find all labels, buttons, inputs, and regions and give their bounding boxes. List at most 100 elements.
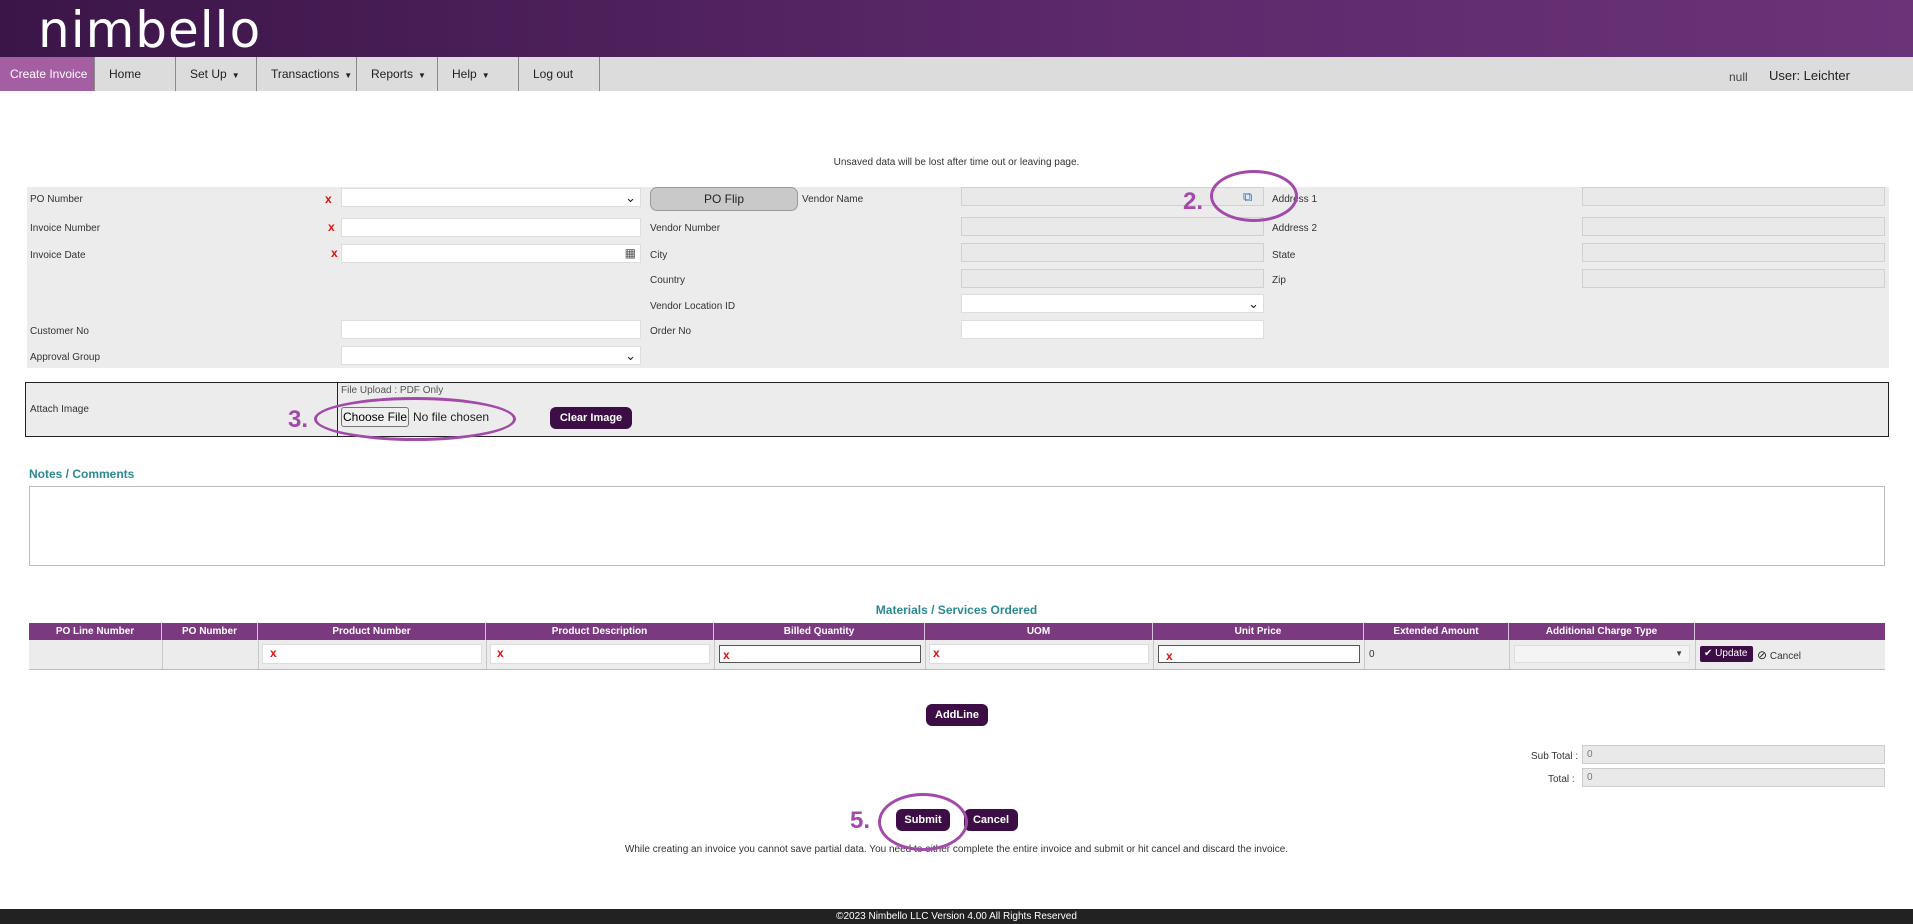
add-line-button[interactable]: AddLine [926,704,988,726]
approval-group-label: Approval Group [30,352,101,363]
row-divider [1509,640,1510,669]
extended-amount-value: 0 [1369,649,1375,660]
notes-textarea[interactable] [29,486,1885,566]
required-mark: x [328,220,335,234]
status-null: null [1729,70,1748,84]
attach-image-label: Attach Image [30,404,89,415]
uom-input[interactable] [929,644,1149,664]
col-header: Product Description [486,623,714,640]
subtotal-label: Sub Total : [1531,751,1579,762]
vendor-location-select[interactable]: ⌄ [961,294,1264,313]
required-mark: x [325,192,332,206]
country-label: Country [650,275,686,286]
caret-down-icon: ▼ [231,71,240,80]
state-input[interactable] [1582,243,1885,262]
row-divider [1364,640,1365,669]
col-header [1695,623,1885,640]
row-cancel-label: Cancel [1769,651,1801,662]
nav-transactions[interactable]: Transactions ▼ [257,57,357,91]
invoice-date-input[interactable]: ▦ [341,244,641,263]
callout-circle-3 [314,397,516,441]
invoice-number-input[interactable] [341,218,641,237]
customer-no-label: Customer No [30,326,89,337]
unsaved-notice: Unsaved data will be lost after time out… [833,157,1080,168]
po-number-select[interactable]: ⌄ [341,188,641,207]
nav-create-invoice[interactable]: Create Invoice [0,57,95,91]
caret-down-icon: ▼ [481,71,490,80]
upload-hint: File Upload : PDF Only [341,385,444,396]
vendor-number-input[interactable] [961,217,1264,236]
nav-logout[interactable]: Log out [519,57,600,91]
order-no-input[interactable] [961,320,1264,339]
caret-down-icon: ▼ [418,71,426,80]
vendor-name-label: Vendor Name [802,194,864,205]
total-label: Total : [1548,774,1575,785]
required-mark: x [1166,649,1173,663]
row-divider [925,640,926,669]
nav-label: Create Invoice [10,67,88,81]
clear-image-button[interactable]: Clear Image [550,407,632,429]
col-header: Extended Amount [1364,623,1509,640]
chevron-down-icon: ▼ [1675,649,1683,658]
country-input[interactable] [961,269,1264,288]
footer: ©2023 Nimbello LLC Version 4.00 All Righ… [0,909,1913,924]
unit-price-input[interactable] [1158,645,1360,663]
main-navbar: Create Invoice Home Set Up ▼ Transactions… [0,57,1913,91]
nav-reports[interactable]: Reports ▼ [357,57,438,91]
chevron-down-icon: ⌄ [625,190,636,205]
customer-no-input[interactable] [341,320,641,339]
address1-input[interactable] [1582,187,1885,206]
col-header: Billed Quantity [714,623,925,640]
calendar-icon[interactable]: ▦ [625,246,636,260]
po-flip-button[interactable]: PO Flip [650,187,798,211]
row-divider [714,640,715,669]
billed-quantity-input[interactable] [719,645,921,663]
vendor-number-label: Vendor Number [650,223,721,234]
product-number-input[interactable] [262,644,482,664]
address2-input[interactable] [1582,217,1885,236]
app-header: nimbello [0,0,1913,58]
update-label: Update [1715,648,1748,659]
required-mark: x [331,246,338,260]
invoice-date-label: Invoice Date [30,250,86,261]
notes-title: Notes / Comments [29,467,135,481]
nav-label: Set Up [190,67,227,81]
col-header: UOM [925,623,1153,640]
city-input[interactable] [961,243,1264,262]
additional-charge-select[interactable]: ▼ [1514,645,1690,663]
cancel-button[interactable]: Cancel [964,809,1018,831]
city-label: City [650,250,668,261]
col-header: Additional Charge Type [1509,623,1695,640]
required-mark: x [723,648,730,662]
callout-number-3: 3. [288,406,309,433]
nav-label: Reports [371,67,414,81]
required-mark: x [497,646,504,660]
nav-label: Log out [533,67,574,81]
nav-home[interactable]: Home [95,57,176,91]
col-header: Product Number [258,623,486,640]
subtotal-input[interactable]: 0 [1582,745,1885,764]
check-icon: ✔ [1704,648,1713,659]
caret-down-icon: ▼ [344,71,353,80]
chevron-down-icon: ⌄ [1248,296,1259,311]
col-header: Unit Price [1153,623,1364,640]
nav-label: Transactions [271,67,340,81]
update-button[interactable]: ✔ Update [1700,646,1753,662]
col-header: PO Line Number [29,623,162,640]
product-description-input[interactable] [490,644,710,664]
approval-group-select[interactable]: ⌄ [341,346,641,365]
total-input[interactable]: 0 [1582,768,1885,787]
required-mark: x [933,646,940,660]
row-cancel-link[interactable]: ⊘ Cancel [1757,648,1801,662]
nav-help[interactable]: Help ▼ [438,57,519,91]
nav-setup[interactable]: Set Up ▼ [176,57,257,91]
user-label: User: Leichter [1769,68,1850,83]
partial-data-note: While creating an invoice you cannot sav… [624,844,1289,855]
zip-input[interactable] [1582,269,1885,288]
row-divider [1695,640,1696,669]
row-divider [258,640,259,669]
col-header: PO Number [162,623,258,640]
row-divider [486,640,487,669]
callout-number-5: 5. [850,807,871,834]
chevron-down-icon: ⌄ [625,348,636,363]
